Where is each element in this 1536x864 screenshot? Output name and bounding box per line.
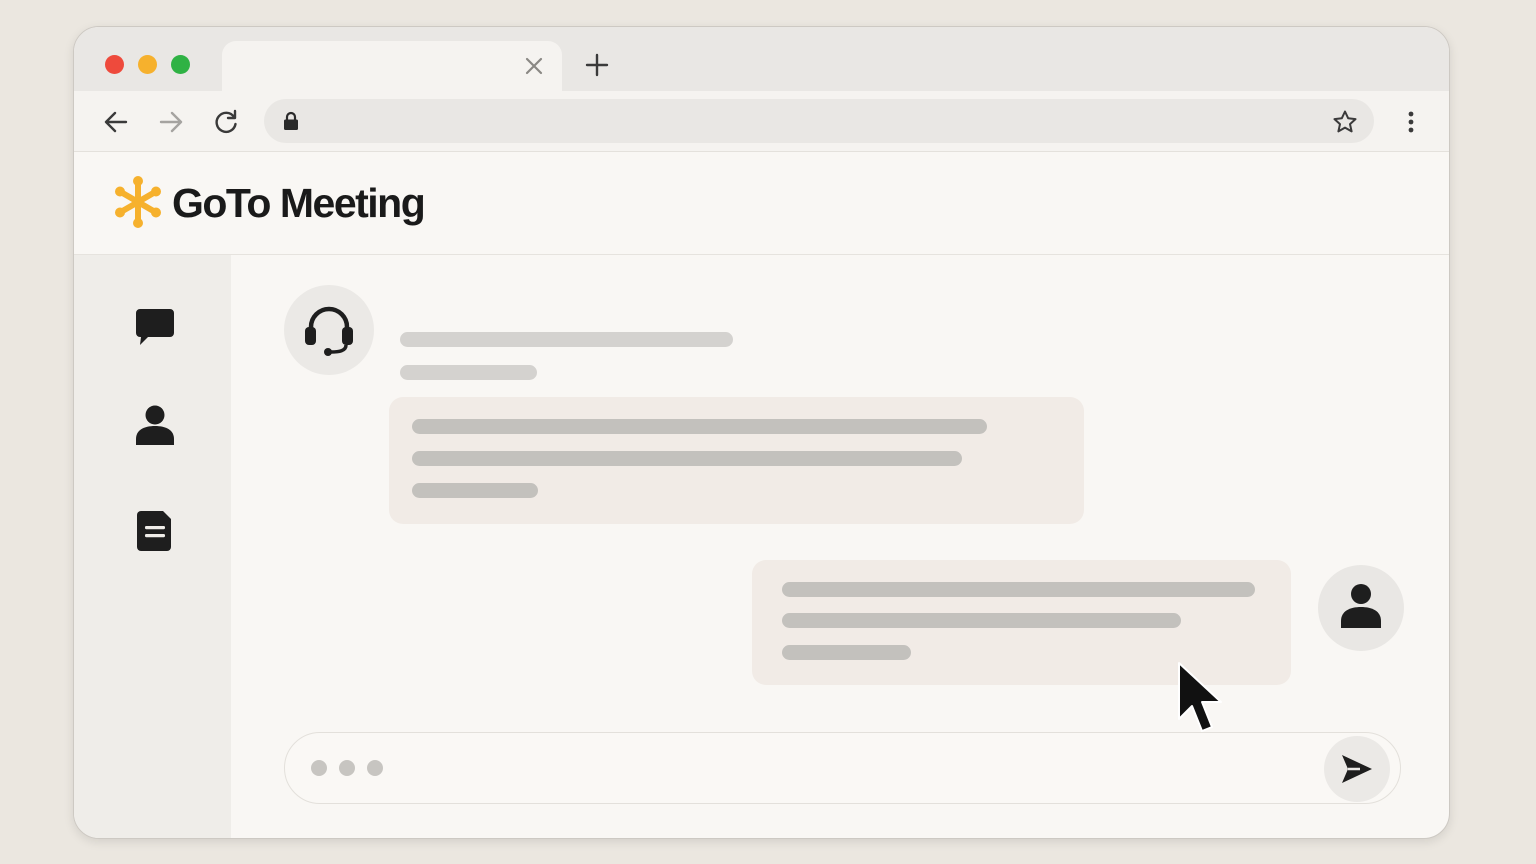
message-input[interactable]	[284, 732, 1401, 804]
chat-bubble-icon[interactable]	[134, 305, 176, 349]
agent-message-bubble	[389, 397, 1084, 524]
lock-icon	[284, 111, 298, 130]
browser-toolbar	[74, 91, 1449, 152]
mouse-cursor-icon	[1178, 662, 1222, 732]
send-icon	[1342, 755, 1372, 783]
person-icon	[1341, 584, 1381, 628]
goto-logo-icon	[115, 176, 161, 228]
message-line-placeholder	[412, 483, 538, 498]
agent-subtitle-placeholder	[400, 365, 537, 380]
typing-indicator-dot	[311, 760, 327, 776]
message-line-placeholder	[782, 645, 911, 660]
app-name: GoTo Meeting	[172, 180, 426, 226]
maximize-window-button[interactable]	[171, 55, 190, 74]
reload-icon[interactable]	[212, 108, 240, 136]
message-line-placeholder	[782, 582, 1255, 597]
chat-area	[231, 255, 1449, 838]
kebab-menu-icon[interactable]	[1399, 109, 1423, 135]
typing-indicator-dot	[339, 760, 355, 776]
user-avatar	[1318, 565, 1404, 651]
agent-name-placeholder	[400, 332, 733, 347]
forward-arrow-icon[interactable]	[157, 108, 185, 136]
browser-window: GoTo Meeting	[73, 26, 1450, 839]
typing-indicator-dot	[367, 760, 383, 776]
address-bar[interactable]	[264, 99, 1374, 143]
app-header: GoTo Meeting	[74, 152, 1449, 255]
browser-tab[interactable]	[222, 41, 562, 93]
close-icon[interactable]	[523, 55, 545, 77]
headset-icon	[305, 306, 353, 356]
message-line-placeholder	[412, 419, 987, 434]
message-line-placeholder	[412, 451, 962, 466]
document-icon[interactable]	[134, 509, 176, 553]
star-icon[interactable]	[1332, 109, 1358, 135]
plus-icon[interactable]	[584, 52, 610, 78]
sidebar	[74, 255, 231, 838]
close-window-button[interactable]	[105, 55, 124, 74]
minimize-window-button[interactable]	[138, 55, 157, 74]
message-line-placeholder	[782, 613, 1181, 628]
tab-bar	[74, 27, 1449, 93]
agent-avatar	[284, 285, 374, 375]
person-icon[interactable]	[134, 403, 176, 447]
send-button[interactable]	[1324, 736, 1390, 802]
back-arrow-icon[interactable]	[102, 108, 130, 136]
